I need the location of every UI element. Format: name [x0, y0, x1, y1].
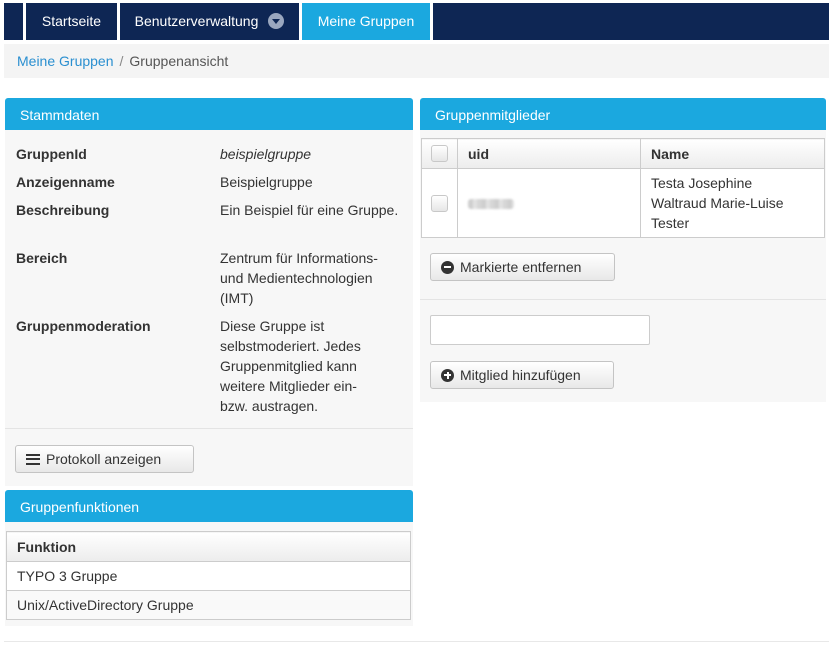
list-icon — [26, 453, 40, 465]
stammdaten-panel-header: Stammdaten — [5, 98, 413, 130]
select-all-cell — [421, 138, 458, 169]
button-label: Mitglied hinzufügen — [460, 367, 581, 383]
protokoll-anzeigen-button[interactable]: Protokoll anzeigen — [15, 445, 194, 473]
row-checkbox[interactable] — [431, 194, 448, 212]
divider — [5, 428, 413, 429]
field-label: GruppenId — [16, 146, 87, 162]
nav-item-benutzerverwaltung[interactable]: Benutzerverwaltung — [120, 3, 299, 40]
divider — [420, 299, 826, 300]
table-row: Testa Josephine Waltraud Marie-Luise Tes… — [421, 168, 825, 238]
markierte-entfernen-button[interactable]: Markierte entfernen — [430, 253, 615, 281]
name-line: Waltraud Marie-Luise — [651, 195, 784, 211]
gruppenmitglieder-panel-header: Gruppenmitglieder — [420, 98, 826, 130]
table-cell: Unix/ActiveDirectory Gruppe — [6, 590, 411, 620]
field-value: beispielgruppe — [220, 146, 312, 162]
nav-item-label: Benutzerverwaltung — [134, 13, 259, 29]
nav-item-startseite[interactable]: Startseite — [26, 3, 117, 40]
field-value: Zentrum für Informations- und Medientech… — [220, 250, 378, 306]
mitglied-hinzufuegen-button[interactable]: Mitglied hinzufügen — [430, 361, 614, 389]
table-cell: TYPO 3 Gruppe — [6, 561, 411, 591]
breadcrumb-separator: / — [119, 53, 124, 69]
stammdaten-panel: GruppenId beispielgruppe Anzeigenname Be… — [5, 130, 413, 486]
breadcrumb: Meine Gruppen / Gruppenansicht — [4, 44, 829, 78]
field-value: Beispielgruppe — [220, 174, 313, 190]
field-label: Anzeigenname — [16, 174, 115, 190]
gruppenfunktionen-table: Funktion TYPO 3 Gruppe Unix/ActiveDirect… — [6, 531, 411, 620]
table-row: Unix/ActiveDirectory Gruppe — [6, 590, 411, 620]
field-label: Gruppenmoderation — [16, 318, 151, 334]
plus-circle-icon — [441, 368, 454, 382]
button-label: Markierte entfernen — [460, 259, 582, 275]
breadcrumb-link-meine-gruppen[interactable]: Meine Gruppen — [17, 53, 114, 69]
top-navigation: Startseite Benutzerverwaltung Meine Grup… — [4, 3, 829, 40]
button-label: Protokoll anzeigen — [46, 451, 162, 467]
column-header-uid: uid — [457, 138, 641, 169]
table-header-row: Funktion — [6, 531, 411, 562]
breadcrumb-current: Gruppenansicht — [129, 53, 229, 69]
nav-item-meine-gruppen[interactable]: Meine Gruppen — [302, 3, 430, 40]
table-header-row: uid Name — [421, 138, 825, 169]
gruppenfunktionen-panel-header: Gruppenfunktionen — [5, 490, 413, 522]
name-line: Tester — [651, 215, 690, 231]
column-header-name: Name — [640, 138, 825, 169]
column-header-funktion: Funktion — [6, 531, 411, 562]
field-label: Beschreibung — [16, 202, 110, 218]
members-table: uid Name Testa Josephine Waltraud Marie-… — [421, 138, 825, 238]
field-value: Ein Beispiel für eine Gruppe. — [220, 202, 399, 218]
select-all-checkbox[interactable] — [431, 145, 448, 163]
name-line: Testa Josephine — [651, 175, 753, 191]
footer-divider — [4, 641, 829, 642]
field-label: Bereich — [16, 250, 68, 266]
row-select-cell — [421, 168, 458, 238]
field-value: Diese Gruppe ist selbstmoderiert. Jedes … — [220, 318, 361, 414]
table-row: TYPO 3 Gruppe — [6, 561, 411, 591]
add-member-input[interactable] — [430, 315, 650, 345]
redacted-uid — [468, 199, 514, 210]
nav-separator — [430, 3, 433, 40]
minus-circle-icon — [441, 260, 454, 274]
chevron-down-icon — [268, 13, 285, 30]
name-cell: Testa Josephine Waltraud Marie-Luise Tes… — [640, 168, 825, 238]
uid-cell — [457, 168, 641, 238]
